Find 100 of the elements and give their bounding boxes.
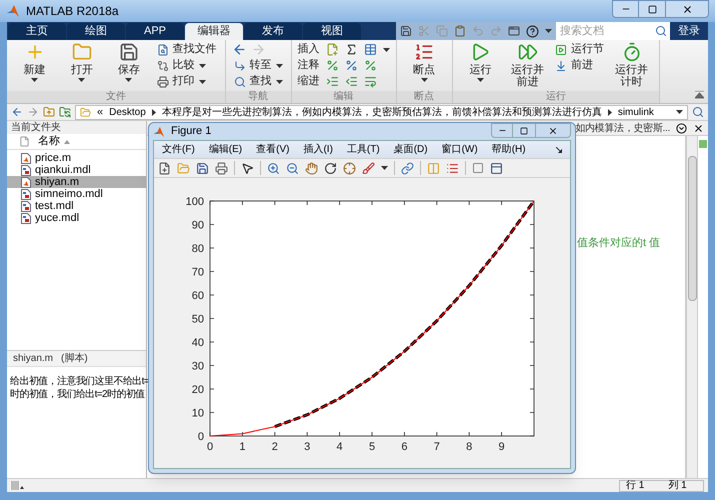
uncomment-icon bbox=[344, 59, 358, 72]
pan-icon[interactable] bbox=[305, 162, 318, 174]
pointer-icon[interactable] bbox=[241, 162, 254, 174]
paste-icon[interactable] bbox=[454, 25, 466, 37]
maximize-button[interactable] bbox=[639, 0, 665, 18]
ribbon-large-button[interactable]: 运行并前进 bbox=[506, 42, 550, 91]
ribbon-small-button[interactable]: 转至 bbox=[232, 58, 285, 73]
ribbon-tab[interactable]: 发布 bbox=[244, 23, 302, 40]
search-icon[interactable] bbox=[692, 106, 704, 118]
file-row[interactable]: yuce.mdl bbox=[7, 212, 146, 224]
data-cursor-icon[interactable] bbox=[343, 162, 356, 174]
ribbon-small-button[interactable]: 查找文件 bbox=[154, 42, 219, 57]
menu-item[interactable]: 窗口(W) bbox=[442, 142, 478, 157]
help-icon[interactable] bbox=[526, 24, 539, 38]
brush-icon[interactable] bbox=[362, 162, 375, 174]
path-segment[interactable]: simulink bbox=[618, 104, 654, 120]
ribbon-tab[interactable]: 视图 bbox=[303, 23, 361, 40]
zoom-in-icon[interactable] bbox=[267, 162, 280, 174]
show-tools-icon[interactable] bbox=[490, 162, 503, 174]
panel-menu-icon[interactable] bbox=[676, 122, 687, 134]
back-icon[interactable] bbox=[232, 42, 247, 57]
ribbon-tab[interactable]: 主页 bbox=[8, 23, 66, 40]
file-row[interactable]: test.mdl bbox=[7, 200, 146, 212]
path-segment[interactable]: Desktop bbox=[109, 104, 146, 120]
close-icon[interactable] bbox=[693, 122, 704, 134]
column-indicator: 列 1 bbox=[668, 479, 687, 493]
browse-folder-icon[interactable] bbox=[59, 106, 71, 118]
separator-icon bbox=[152, 108, 156, 116]
y-tick-label: 0 bbox=[198, 431, 204, 443]
menu-item[interactable]: 桌面(D) bbox=[394, 142, 428, 157]
hide-tools-icon[interactable] bbox=[472, 162, 484, 174]
run-advance-icon bbox=[518, 42, 538, 62]
forward-icon[interactable] bbox=[27, 106, 39, 118]
save-icon[interactable] bbox=[400, 25, 412, 37]
menu-item[interactable]: 查看(V) bbox=[256, 142, 290, 157]
ribbon-small-button[interactable]: 运行节 bbox=[553, 42, 606, 57]
ribbon-large-button[interactable]: 运行并计时 bbox=[610, 42, 654, 91]
path-segment[interactable]: 本程序是对一些先进控制算法，例如内模算法，史密斯预估算法，前馈补偿算法和预测算法进行仿真 bbox=[162, 104, 602, 120]
y-tick-label: 10 bbox=[192, 408, 204, 420]
ribbon-large-button[interactable]: 断点 bbox=[402, 42, 446, 91]
y-tick-label: 90 bbox=[192, 220, 204, 232]
legend-icon[interactable] bbox=[446, 162, 459, 174]
printer-icon[interactable] bbox=[215, 162, 228, 174]
folder-up-icon[interactable] bbox=[43, 106, 55, 118]
collapse-icon[interactable] bbox=[695, 91, 704, 99]
search-field[interactable]: 搜索文档 bbox=[556, 22, 652, 40]
ribbon-tab[interactable]: 编辑器 bbox=[185, 23, 243, 40]
ribbon-row-label[interactable]: 缩进 bbox=[298, 73, 320, 90]
close-button[interactable] bbox=[535, 123, 571, 138]
new-figure-icon[interactable] bbox=[158, 162, 171, 174]
ribbon-row-label[interactable]: 插入 bbox=[298, 41, 320, 58]
menu-item[interactable]: 文件(F) bbox=[162, 142, 195, 157]
grip-icon[interactable] bbox=[11, 481, 25, 490]
maximize-button[interactable] bbox=[513, 123, 535, 138]
x-tick-label: 1 bbox=[239, 441, 246, 453]
model-file-icon bbox=[21, 188, 31, 200]
rotate-icon[interactable] bbox=[324, 162, 337, 174]
window-title: MATLAB R2018a bbox=[26, 3, 118, 20]
ribbon-small-button[interactable]: 打印 bbox=[154, 74, 219, 89]
ribbon-large-button[interactable]: 新建 bbox=[13, 42, 56, 91]
file-row[interactable]: simneimo.mdl bbox=[7, 188, 146, 200]
editor-tab-title[interactable]: 如内模算法，史密斯... bbox=[575, 120, 670, 136]
save-icon[interactable] bbox=[196, 162, 209, 174]
zoom-out-icon[interactable] bbox=[286, 162, 299, 174]
close-button[interactable] bbox=[665, 0, 709, 18]
menu-item[interactable]: 编辑(E) bbox=[208, 142, 242, 157]
window-icon[interactable] bbox=[508, 25, 520, 37]
menu-item[interactable]: 工具(T) bbox=[346, 142, 380, 157]
ribbon-small-button[interactable]: 比较 bbox=[154, 58, 219, 73]
login-button[interactable]: 登录 bbox=[670, 22, 708, 40]
file-row[interactable]: price.m bbox=[7, 152, 146, 164]
ribbon-large-button[interactable]: 运行 bbox=[458, 42, 502, 91]
ribbon-small-button[interactable]: 前进 bbox=[553, 58, 606, 73]
insert-icon bbox=[326, 43, 339, 56]
ribbon-tab[interactable]: 绘图 bbox=[67, 23, 125, 40]
file-row[interactable]: qiankui.mdl bbox=[7, 164, 146, 176]
scrollbar[interactable] bbox=[686, 136, 698, 478]
ribbon-small-button[interactable]: 查找 bbox=[232, 74, 285, 89]
ribbon-row-label[interactable]: 注释 bbox=[298, 57, 320, 74]
menu-item[interactable]: 帮助(H) bbox=[492, 142, 526, 157]
x-tick-label: 6 bbox=[401, 441, 408, 453]
x-tick-label: 5 bbox=[368, 441, 376, 453]
back-icon[interactable] bbox=[11, 106, 23, 118]
maximize-icon bbox=[520, 126, 528, 134]
ribbon-tab[interactable]: APP bbox=[126, 23, 184, 40]
column-header[interactable]: 名称 bbox=[38, 133, 70, 150]
ribbon-group-label: 导航 bbox=[226, 91, 291, 103]
path-field[interactable]: « Desktop 本程序是对一些先进控制算法，例如内模算法，史密斯预估算法，前馈补偿算法和预测算法进行仿真 simulink bbox=[75, 104, 688, 120]
dock-icon[interactable] bbox=[556, 146, 562, 152]
link-icon[interactable] bbox=[401, 162, 414, 174]
file-row[interactable]: shiyan.m bbox=[7, 176, 146, 188]
script-file-icon bbox=[21, 176, 31, 188]
model-file-icon bbox=[21, 212, 31, 224]
ribbon-large-button[interactable]: 打开 bbox=[60, 42, 104, 91]
file-name: price.m bbox=[35, 150, 72, 165]
menu-item[interactable]: 插入(I) bbox=[303, 142, 333, 157]
colorbar-icon[interactable] bbox=[427, 162, 440, 174]
search-icon[interactable] bbox=[652, 22, 670, 40]
ribbon-large-button[interactable]: 保存 bbox=[107, 42, 151, 91]
figure-title: Figure 1 bbox=[171, 124, 212, 140]
